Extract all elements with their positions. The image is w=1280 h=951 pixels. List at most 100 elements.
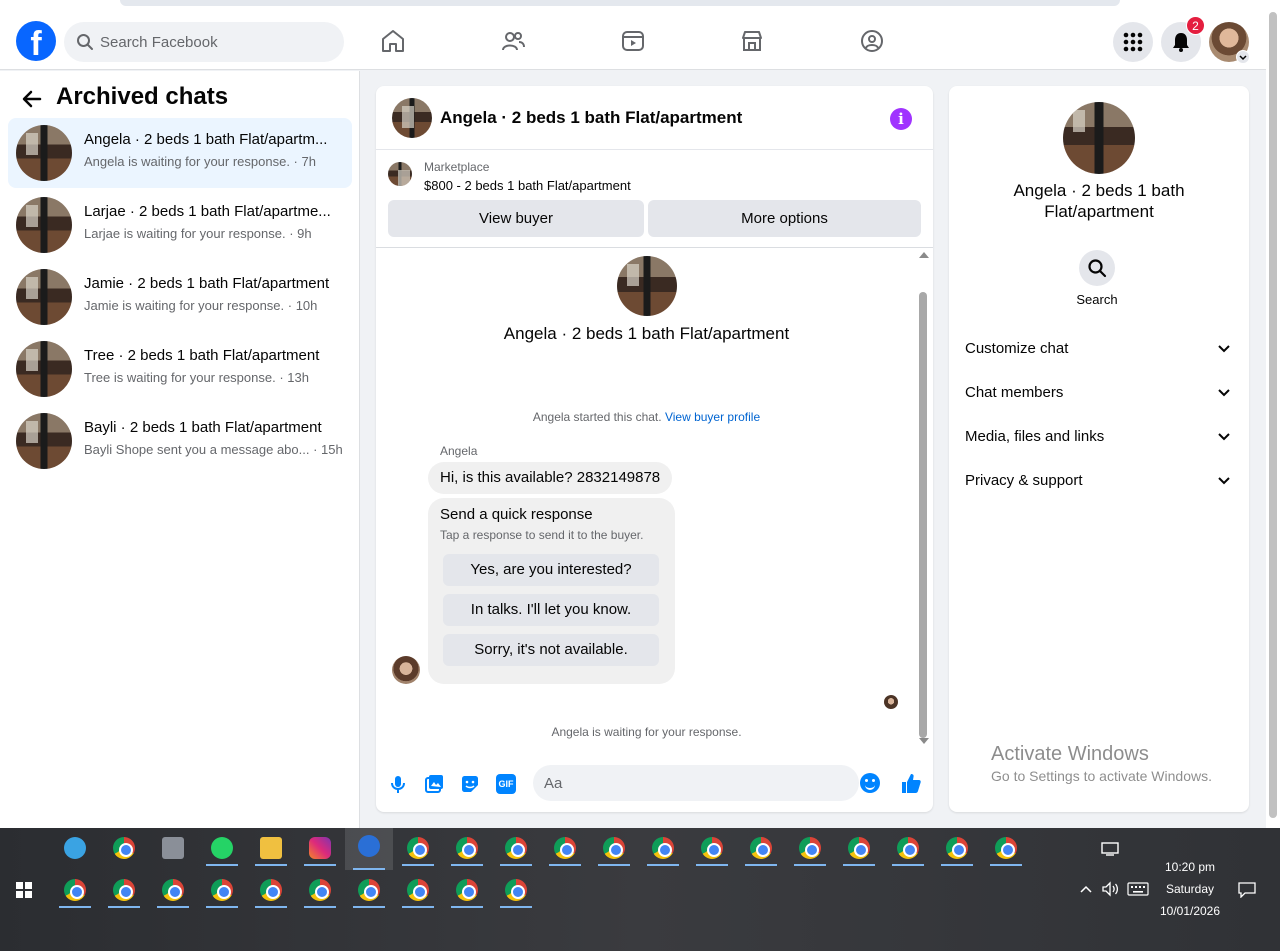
notification-center-icon[interactable] bbox=[1238, 882, 1256, 898]
chrome-profile-icon[interactable] bbox=[594, 830, 634, 868]
chrome-profile-icon[interactable] bbox=[692, 830, 732, 868]
chat-item[interactable]: Angela · 2 beds 1 bath Flat/apartm... An… bbox=[8, 118, 352, 188]
marketplace-icon[interactable] bbox=[739, 28, 765, 54]
thumbs-up-icon[interactable] bbox=[900, 772, 922, 794]
view-buyer-profile-link[interactable]: View buyer profile bbox=[665, 410, 760, 424]
conversation-title[interactable]: Angela · 2 beds 1 bath Flat/apartment bbox=[440, 108, 742, 128]
gif-icon[interactable]: GIF bbox=[496, 774, 516, 794]
clock-day[interactable]: Saturday bbox=[1150, 882, 1230, 896]
chrome-profile-icon[interactable] bbox=[888, 830, 928, 868]
section-chat-members[interactable]: Chat members bbox=[957, 372, 1241, 412]
quick-reply-button[interactable]: Sorry, it's not available. bbox=[443, 634, 659, 666]
chat-item[interactable]: Bayli · 2 beds 1 bath Flat/apartment Bay… bbox=[8, 406, 352, 476]
app-icon[interactable] bbox=[55, 830, 95, 868]
chrome-profile-icon[interactable] bbox=[447, 830, 487, 868]
chrome-profile-icon[interactable] bbox=[349, 872, 389, 910]
chrome-profile-icon[interactable] bbox=[545, 830, 585, 868]
listing-price[interactable]: $800 - 2 beds 1 bath Flat/apartment bbox=[424, 178, 631, 193]
emoji-icon[interactable] bbox=[860, 773, 880, 793]
marketplace-label: Marketplace bbox=[424, 160, 490, 174]
chrome-profile-icon[interactable] bbox=[55, 872, 95, 910]
chrome-profile-icon[interactable] bbox=[447, 872, 487, 910]
chat-item[interactable]: Larjae · 2 beds 1 bath Flat/apartme... L… bbox=[8, 190, 352, 260]
info-icon[interactable]: i bbox=[890, 108, 912, 130]
chrome-profile-icon[interactable] bbox=[643, 830, 683, 868]
chrome-profile-icon[interactable] bbox=[398, 830, 438, 868]
waiting-notice: Angela is waiting for your response. bbox=[551, 725, 742, 739]
keyboard-icon[interactable] bbox=[1127, 882, 1149, 896]
chat-item[interactable]: Tree · 2 beds 1 bath Flat/apartment Tree… bbox=[8, 334, 352, 404]
message-area: Angela · 2 beds 1 bath Flat/apartment An… bbox=[376, 248, 933, 748]
sticker-icon[interactable] bbox=[460, 774, 480, 794]
calculator-icon[interactable] bbox=[153, 830, 193, 868]
conversation-header: Angela · 2 beds 1 bath Flat/apartment i bbox=[376, 86, 933, 150]
scroll-up-arrow-icon[interactable] bbox=[919, 252, 929, 258]
message-scrollbar[interactable] bbox=[915, 248, 933, 748]
sender-avatar[interactable] bbox=[392, 656, 420, 684]
whatsapp-icon[interactable] bbox=[202, 830, 242, 868]
search-box[interactable] bbox=[64, 22, 344, 62]
watermark-subtitle: Go to Settings to activate Windows. bbox=[991, 768, 1212, 784]
search-in-chat-button[interactable] bbox=[1079, 250, 1115, 286]
message-input[interactable] bbox=[544, 765, 814, 801]
active-app-icon[interactable] bbox=[345, 828, 393, 870]
chrome-profile-icon[interactable] bbox=[741, 830, 781, 868]
quick-reply-button[interactable]: In talks. I'll let you know. bbox=[443, 594, 659, 626]
chat-preview: Larjae is waiting for your response. · 9… bbox=[84, 226, 312, 241]
windows-start-icon[interactable] bbox=[16, 882, 32, 898]
chevron-up-icon[interactable] bbox=[1079, 884, 1093, 894]
back-arrow-icon[interactable] bbox=[20, 87, 44, 111]
more-options-button[interactable]: More options bbox=[648, 200, 921, 237]
account-chevron-icon[interactable] bbox=[1236, 50, 1250, 64]
chrome-profile-icon[interactable] bbox=[496, 830, 536, 868]
page-scroll-thumb[interactable] bbox=[1269, 12, 1277, 818]
home-icon[interactable] bbox=[380, 28, 406, 54]
chrome-profile-icon[interactable] bbox=[496, 872, 536, 910]
chrome-profile-icon[interactable] bbox=[153, 872, 193, 910]
search-input[interactable] bbox=[100, 22, 330, 62]
message-input-box[interactable] bbox=[533, 765, 880, 801]
facebook-logo[interactable]: f bbox=[16, 21, 56, 61]
chrome-profile-icon[interactable] bbox=[398, 872, 438, 910]
groups-icon[interactable] bbox=[859, 28, 885, 54]
listing-thumbnail[interactable] bbox=[392, 98, 432, 138]
page-scrollbar[interactable] bbox=[1266, 12, 1280, 828]
clock-time[interactable]: 10:20 pm bbox=[1150, 860, 1230, 874]
chrome-profile-icon[interactable] bbox=[986, 830, 1026, 868]
view-buyer-button[interactable]: View buyer bbox=[388, 200, 644, 237]
chrome-profile-icon[interactable] bbox=[839, 830, 879, 868]
chrome-profile-icon[interactable] bbox=[202, 872, 242, 910]
scroll-thumb[interactable] bbox=[919, 292, 927, 738]
chat-preview: Jamie is waiting for your response. · 10… bbox=[84, 298, 318, 313]
chrome-icon[interactable] bbox=[104, 830, 144, 868]
photo-icon[interactable] bbox=[424, 774, 444, 794]
section-customize-chat[interactable]: Customize chat bbox=[957, 328, 1241, 368]
address-bar[interactable] bbox=[120, 0, 1120, 6]
windows-taskbar: 10:20 pm Saturday 10/01/2026 bbox=[0, 828, 1280, 951]
menu-button[interactable] bbox=[1113, 22, 1153, 62]
chrome-profile-icon[interactable] bbox=[300, 872, 340, 910]
chrome-profile-icon[interactable] bbox=[251, 872, 291, 910]
chrome-profile-icon[interactable] bbox=[937, 830, 977, 868]
scroll-down-arrow-icon[interactable] bbox=[919, 738, 929, 744]
listing-thumbnail bbox=[16, 269, 72, 325]
chat-preview: Tree is waiting for your response. · 13h bbox=[84, 370, 309, 385]
chrome-profile-icon[interactable] bbox=[790, 830, 830, 868]
desktop-icon[interactable] bbox=[1101, 842, 1119, 856]
quick-reply-button[interactable]: Yes, are you interested? bbox=[443, 554, 659, 586]
listing-thumbnail bbox=[388, 162, 412, 186]
instagram-icon[interactable] bbox=[300, 830, 340, 868]
chat-item[interactable]: Jamie · 2 beds 1 bath Flat/apartment Jam… bbox=[8, 262, 352, 332]
listing-thumbnail bbox=[16, 197, 72, 253]
conversation-panel: Angela · 2 beds 1 bath Flat/apartment i … bbox=[376, 86, 933, 812]
volume-icon[interactable] bbox=[1101, 881, 1119, 897]
clock-date[interactable]: 10/01/2026 bbox=[1150, 904, 1230, 918]
section-media-files-links[interactable]: Media, files and links bbox=[957, 416, 1241, 456]
started-text: Angela started this chat. bbox=[532, 410, 662, 424]
file-explorer-icon[interactable] bbox=[251, 830, 291, 868]
chrome-profile-icon[interactable] bbox=[104, 872, 144, 910]
friends-icon[interactable] bbox=[500, 28, 526, 54]
microphone-icon[interactable] bbox=[388, 774, 408, 794]
section-privacy-support[interactable]: Privacy & support bbox=[957, 460, 1241, 500]
video-icon[interactable] bbox=[620, 28, 646, 54]
